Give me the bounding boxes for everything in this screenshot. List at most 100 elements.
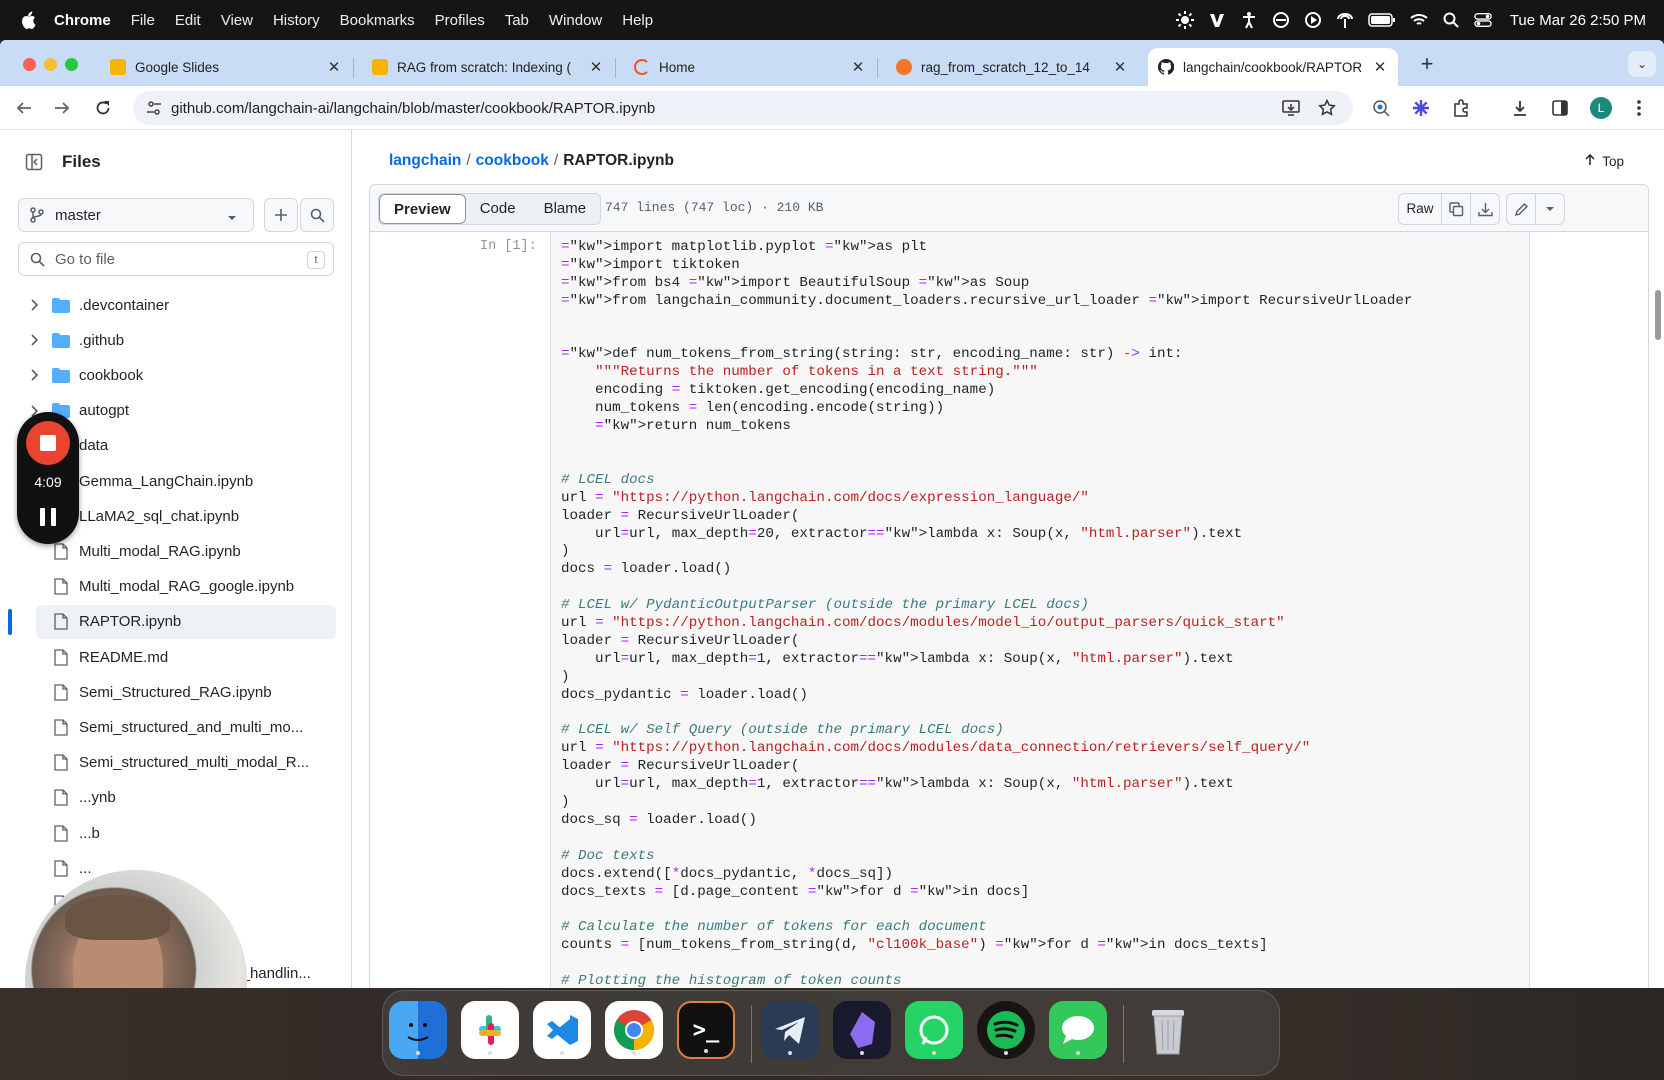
add-file-button[interactable] [264,198,298,232]
raw-button[interactable]: Raw [1398,193,1442,225]
tab-blame[interactable]: Blame [530,194,601,224]
tab-close-icon[interactable]: ✕ [326,58,342,76]
tree-folder-0[interactable]: .devcontainer [0,288,351,322]
download-icon[interactable] [1470,193,1500,225]
tab-code[interactable]: Code [466,194,530,224]
whatsapp-icon[interactable] [905,1001,963,1059]
spotlight-icon[interactable] [1442,11,1460,29]
running-indicator [860,1051,864,1055]
menu-history[interactable]: History [273,12,320,29]
tree-file-8[interactable]: Multi_modal_RAG_google.ipynb [0,570,351,604]
tree-file-10[interactable]: README.md [0,640,351,674]
minimize-window-button[interactable] [44,58,57,71]
tree-folder-2[interactable]: cookbook [0,358,351,392]
reload-icon[interactable] [89,94,117,122]
menubar-clock[interactable]: Tue Mar 26 2:50 PM [1510,12,1646,29]
extensions-puzzle-icon[interactable] [1448,95,1474,121]
downloads-icon[interactable] [1507,95,1533,121]
brightness-icon[interactable] [1175,11,1194,29]
tab-close-icon[interactable]: ✕ [850,58,866,76]
finder-icon[interactable] [389,1001,447,1059]
tree-folder-1[interactable]: .github [0,323,351,357]
tree-file-14[interactable]: ...ynb [0,781,351,815]
zoom-window-button[interactable] [65,58,78,71]
messages-icon[interactable] [1049,1001,1107,1059]
stop-icon [40,435,56,451]
profile-avatar[interactable]: L [1588,95,1614,121]
tab-rag-from-scratch[interactable]: RAG from scratch: Indexing ( ✕ [362,48,616,86]
search-button[interactable] [300,198,334,232]
extension-search-icon[interactable] [1368,95,1394,121]
menu-file[interactable]: File [131,12,155,29]
slack-icon[interactable] [461,1001,519,1059]
chevron-right-icon[interactable] [28,369,42,381]
collapse-sidebar-icon[interactable] [18,146,50,178]
extension-star-icon[interactable] [1408,95,1434,121]
tree-file-13[interactable]: Semi_structured_multi_modal_R... [0,746,351,780]
menu-bookmarks[interactable]: Bookmarks [340,12,415,29]
more-edit-options-icon[interactable] [1535,193,1565,225]
install-app-icon[interactable] [1278,95,1304,121]
wifi-icon[interactable] [1410,11,1428,29]
breadcrumb-folder-link[interactable]: cookbook [476,152,549,169]
chevron-right-icon[interactable] [28,299,42,311]
forward-icon[interactable] [48,94,76,122]
tree-file-9[interactable]: RAPTOR.ipynb [36,604,336,639]
tab-preview[interactable]: Preview [379,194,466,224]
terminal-icon[interactable]: >_ [677,1001,735,1059]
tab-raptor-github[interactable]: langchain/cookbook/RAPTOR ✕ [1148,48,1398,86]
tree-file-12[interactable]: Semi_structured_and_multi_mo... [0,710,351,744]
chevron-right-icon[interactable] [28,334,42,346]
tab-close-icon[interactable]: ✕ [1372,58,1388,76]
tree-file-15[interactable]: ...b [0,816,351,850]
vscode-icon[interactable] [533,1001,591,1059]
tab-search-icon[interactable]: ⌄ [1628,51,1656,77]
telegram-icon[interactable] [761,1001,819,1059]
chrome-icon[interactable] [605,1001,663,1059]
url-text[interactable]: github.com/langchain-ai/langchain/blob/m… [171,100,655,117]
top-button[interactable]: Top [1584,153,1624,169]
menu-edit[interactable]: Edit [175,12,201,29]
trash-icon[interactable] [1139,1001,1197,1059]
tree-item-label: .devcontainer [79,296,170,314]
spotify-icon[interactable] [977,1001,1035,1059]
vimeo-icon[interactable] [1208,11,1226,29]
menu-tab[interactable]: Tab [505,12,529,29]
menu-help[interactable]: Help [622,12,653,29]
address-bar[interactable]: github.com/langchain-ai/langchain/blob/m… [133,91,1353,125]
new-tab-button[interactable]: + [1415,53,1439,77]
close-window-button[interactable] [23,58,36,71]
tab-close-icon[interactable]: ✕ [1112,58,1128,76]
bookmark-star-icon[interactable] [1314,95,1340,121]
menu-profiles[interactable]: Profiles [435,12,485,29]
back-icon[interactable] [10,94,38,122]
accessibility-icon[interactable] [1240,11,1258,29]
scrollbar-thumb[interactable] [1655,290,1661,340]
menu-app-name[interactable]: Chrome [54,12,111,29]
tree-file-11[interactable]: Semi_Structured_RAG.ipynb [0,675,351,709]
branch-selector[interactable]: master [18,198,254,232]
menu-window[interactable]: Window [549,12,602,29]
side-panel-icon[interactable] [1547,95,1573,121]
menu-view[interactable]: View [221,12,253,29]
tab-home[interactable]: Home ✕ [624,48,878,86]
play-icon[interactable] [1304,11,1322,29]
battery-icon[interactable] [1368,11,1396,29]
control-center-icon[interactable] [1474,11,1492,29]
obsidian-icon[interactable] [833,1001,891,1059]
code-block[interactable]: ="kw">import matplotlib.pyplot ="kw">as … [561,239,1412,988]
pause-recording-button[interactable] [40,508,56,528]
breadcrumb-repo-link[interactable]: langchain [389,152,461,169]
tab-close-icon[interactable]: ✕ [588,58,604,76]
chrome-menu-icon[interactable] [1626,95,1652,121]
apple-icon[interactable] [20,11,38,29]
tab-google-slides[interactable]: Google Slides ✕ [100,48,354,86]
stop-recording-button[interactable] [26,421,70,465]
copy-icon[interactable] [1441,193,1471,225]
go-to-file-input[interactable]: Go to file t [18,242,334,276]
site-settings-icon[interactable] [137,100,171,116]
edit-pencil-icon[interactable] [1506,193,1536,225]
focus-icon[interactable] [1272,11,1290,29]
airdrop-icon[interactable] [1336,11,1354,29]
tab-rag-from-scratch-notebook[interactable]: rag_from_scratch_12_to_14 ✕ [886,48,1138,86]
